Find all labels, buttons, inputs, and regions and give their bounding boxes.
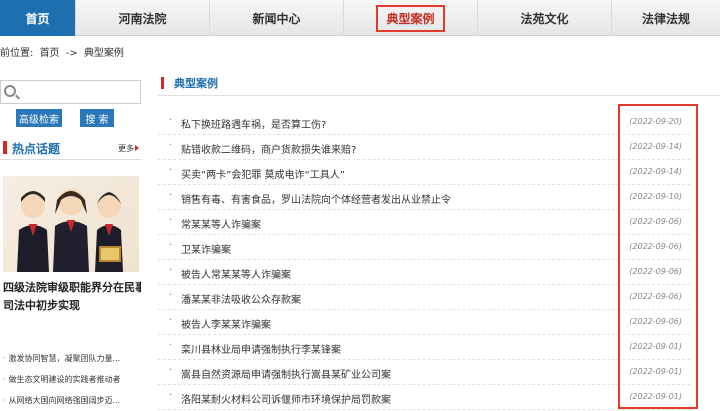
case-title[interactable]: 贴错收款二维码，商户货款损失谁来赔?	[181, 141, 356, 156]
case-list: · 私下换班路遇车祸，是否算工伤? (2022-09-20) · 贴错收款二维码…	[158, 110, 690, 410]
case-item[interactable]: · 卫某诈骗案 (2022-09-06)	[158, 235, 690, 260]
case-item[interactable]: · 常某某等人诈骗案 (2022-09-06)	[158, 210, 690, 235]
case-item[interactable]: · 私下换班路遇车祸，是否算工伤? (2022-09-20)	[158, 110, 690, 135]
case-title[interactable]: 潘某某非法吸收公众存款案	[181, 291, 301, 306]
search-icon	[4, 85, 16, 97]
hot-headline-line: 司法中初步实现	[3, 299, 80, 312]
case-title[interactable]: 销售有毒、有害食品，罗山法院向个体经营者发出从业禁止令	[181, 191, 451, 206]
case-item[interactable]: · 被告人常某某等人诈骗案 (2022-09-06)	[158, 260, 690, 285]
section-marker-icon	[161, 77, 164, 89]
hot-topics-title: 热点话题	[12, 142, 61, 156]
bullet-icon: ·	[169, 190, 173, 201]
section-marker-icon	[3, 141, 7, 154]
case-title[interactable]: 栾川县林业局申请强制执行李某锋案	[181, 341, 341, 356]
breadcrumb: 前位置: 首页 -> 典型案例	[0, 44, 127, 59]
bullet-icon: ·	[169, 340, 173, 351]
case-item[interactable]: · 被告人李某某诈骗案 (2022-09-06)	[158, 310, 690, 335]
bullet-icon: ·	[169, 240, 173, 251]
search-button[interactable]: 搜 索	[80, 109, 114, 127]
judges-illustration-icon	[17, 189, 123, 272]
bullet-icon: ·	[169, 265, 173, 276]
hot-topic-list: 激发协同智慧，凝聚团队力量... 做生态文明建设的实践者推动者 从网络大国向网络…	[3, 348, 141, 411]
nav-item-label: 首页	[25, 11, 50, 26]
breadcrumb-prefix: 前位置:	[0, 48, 34, 59]
arrow-right-icon	[135, 145, 139, 151]
bullet-icon: ·	[169, 290, 173, 301]
case-title[interactable]: 买卖“两卡”会犯罪 莫成电诈“工具人”	[181, 166, 345, 181]
case-title[interactable]: 被告人常某某等人诈骗案	[181, 266, 291, 281]
bullet-icon: ·	[169, 315, 173, 326]
breadcrumb-separator: ->	[65, 48, 78, 59]
nav-item-henan-courts[interactable]: 河南法院	[75, 0, 209, 36]
advanced-search-button[interactable]: 高级检索	[16, 109, 62, 127]
hot-topic-item[interactable]: 从网络大国向网络强国阔步迈...	[3, 390, 141, 411]
case-title[interactable]: 卫某诈骗案	[181, 241, 231, 256]
hot-topics-header: 热点话题 更多	[0, 136, 141, 160]
bullet-icon: ·	[169, 165, 173, 176]
breadcrumb-current: 典型案例	[83, 48, 124, 59]
nav-item-label: 河南法院	[118, 11, 167, 26]
top-nav: 首页 河南法院 新闻中心 典型案例 法苑文化 法律法规	[0, 0, 720, 36]
nav-item-label: 新闻中心	[252, 11, 301, 26]
hot-headline-line: 四级法院审级职能界分在民事	[3, 281, 141, 294]
bullet-icon: ·	[169, 215, 173, 226]
case-title[interactable]: 嵩县自然资源局申请强制执行嵩县某矿业公司案	[181, 366, 391, 381]
case-item[interactable]: · 买卖“两卡”会犯罪 莫成电诈“工具人” (2022-09-14)	[158, 160, 690, 185]
case-item[interactable]: · 洛阳某耐火材料公司诉偃师市环境保护局罚款案 (2022-09-01)	[158, 385, 690, 410]
breadcrumb-home-link[interactable]: 首页	[40, 48, 60, 59]
cases-title: 典型案例	[174, 77, 218, 90]
hot-topic-item[interactable]: 激发协同智慧，凝聚团队力量...	[3, 348, 141, 369]
case-title[interactable]: 常某某等人诈骗案	[181, 216, 261, 231]
hot-topic-item[interactable]: 做生态文明建设的实践者推动者	[3, 369, 141, 390]
cases-header: 典型案例	[158, 72, 720, 96]
bullet-icon: ·	[169, 115, 173, 126]
case-item[interactable]: · 栾川县林业局申请强制执行李某锋案 (2022-09-01)	[158, 335, 690, 360]
bullet-icon: ·	[169, 390, 173, 401]
nav-item-label: 典型案例	[376, 4, 445, 32]
hot-topic-image[interactable]	[3, 176, 139, 272]
nav-item-court-culture[interactable]: 法苑文化	[477, 0, 611, 36]
nav-item-label: 法律法规	[641, 11, 690, 26]
bullet-icon: ·	[169, 365, 173, 376]
nav-item-home[interactable]: 首页	[0, 0, 75, 36]
date-column-highlight	[618, 104, 698, 409]
case-item[interactable]: · 贴错收款二维码，商户货款损失谁来赔? (2022-09-14)	[158, 135, 690, 160]
nav-item-news-center[interactable]: 新闻中心	[209, 0, 343, 36]
bullet-icon: ·	[169, 140, 173, 151]
case-title[interactable]: 洛阳某耐火材料公司诉偃师市环境保护局罚款案	[181, 391, 391, 406]
case-title[interactable]: 被告人李某某诈骗案	[181, 316, 271, 331]
nav-item-typical-cases[interactable]: 典型案例	[343, 0, 477, 36]
nav-item-label: 法苑文化	[520, 11, 569, 26]
search-input[interactable]	[21, 83, 136, 101]
nav-item-laws[interactable]: 法律法规	[611, 0, 720, 36]
case-item[interactable]: · 潘某某非法吸收公众存款案 (2022-09-06)	[158, 285, 690, 310]
search-box	[0, 80, 141, 104]
hot-topic-headline[interactable]: 四级法院审级职能界分在民事 司法中初步实现	[3, 279, 141, 315]
more-link[interactable]: 更多	[118, 143, 134, 154]
case-item[interactable]: · 销售有毒、有害食品，罗山法院向个体经营者发出从业禁止令 (2022-09-1…	[158, 185, 690, 210]
case-item[interactable]: · 嵩县自然资源局申请强制执行嵩县某矿业公司案 (2022-09-01)	[158, 360, 690, 385]
case-title[interactable]: 私下换班路遇车祸，是否算工伤?	[181, 116, 326, 131]
